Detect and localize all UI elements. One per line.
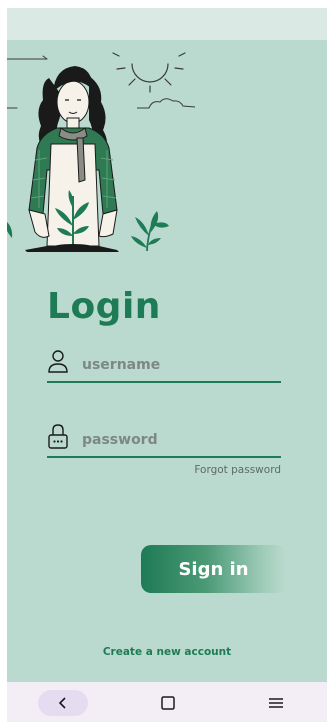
status-bar	[7, 8, 327, 40]
lock-icon	[48, 424, 68, 449]
wind-lines	[7, 55, 48, 109]
chevron-left-icon	[58, 697, 66, 709]
plant-left	[7, 222, 13, 238]
page-title: Login	[47, 286, 161, 327]
nav-back-button[interactable]	[38, 690, 88, 716]
cloud-icon	[137, 98, 196, 109]
username-field[interactable]	[47, 347, 281, 383]
sign-in-button[interactable]: Sign in	[141, 545, 286, 593]
gardener-illustration	[7, 52, 196, 252]
user-icon	[48, 350, 68, 373]
create-account-link[interactable]: Create a new account	[7, 646, 327, 658]
navigation-bar	[7, 682, 327, 722]
login-screen: Login Forgot password Sign in Create a n…	[7, 40, 327, 682]
username-input[interactable]	[82, 353, 277, 377]
nav-menu-button[interactable]	[265, 690, 287, 716]
nav-home-button[interactable]	[158, 690, 178, 716]
menu-icon	[269, 698, 283, 708]
password-input[interactable]	[82, 428, 277, 452]
square-icon	[161, 696, 175, 710]
forgot-password-link[interactable]: Forgot password	[157, 464, 281, 476]
plant-right	[131, 211, 169, 252]
password-field[interactable]	[47, 422, 281, 458]
sun-icon	[112, 52, 186, 93]
gardener-figure	[25, 66, 119, 252]
